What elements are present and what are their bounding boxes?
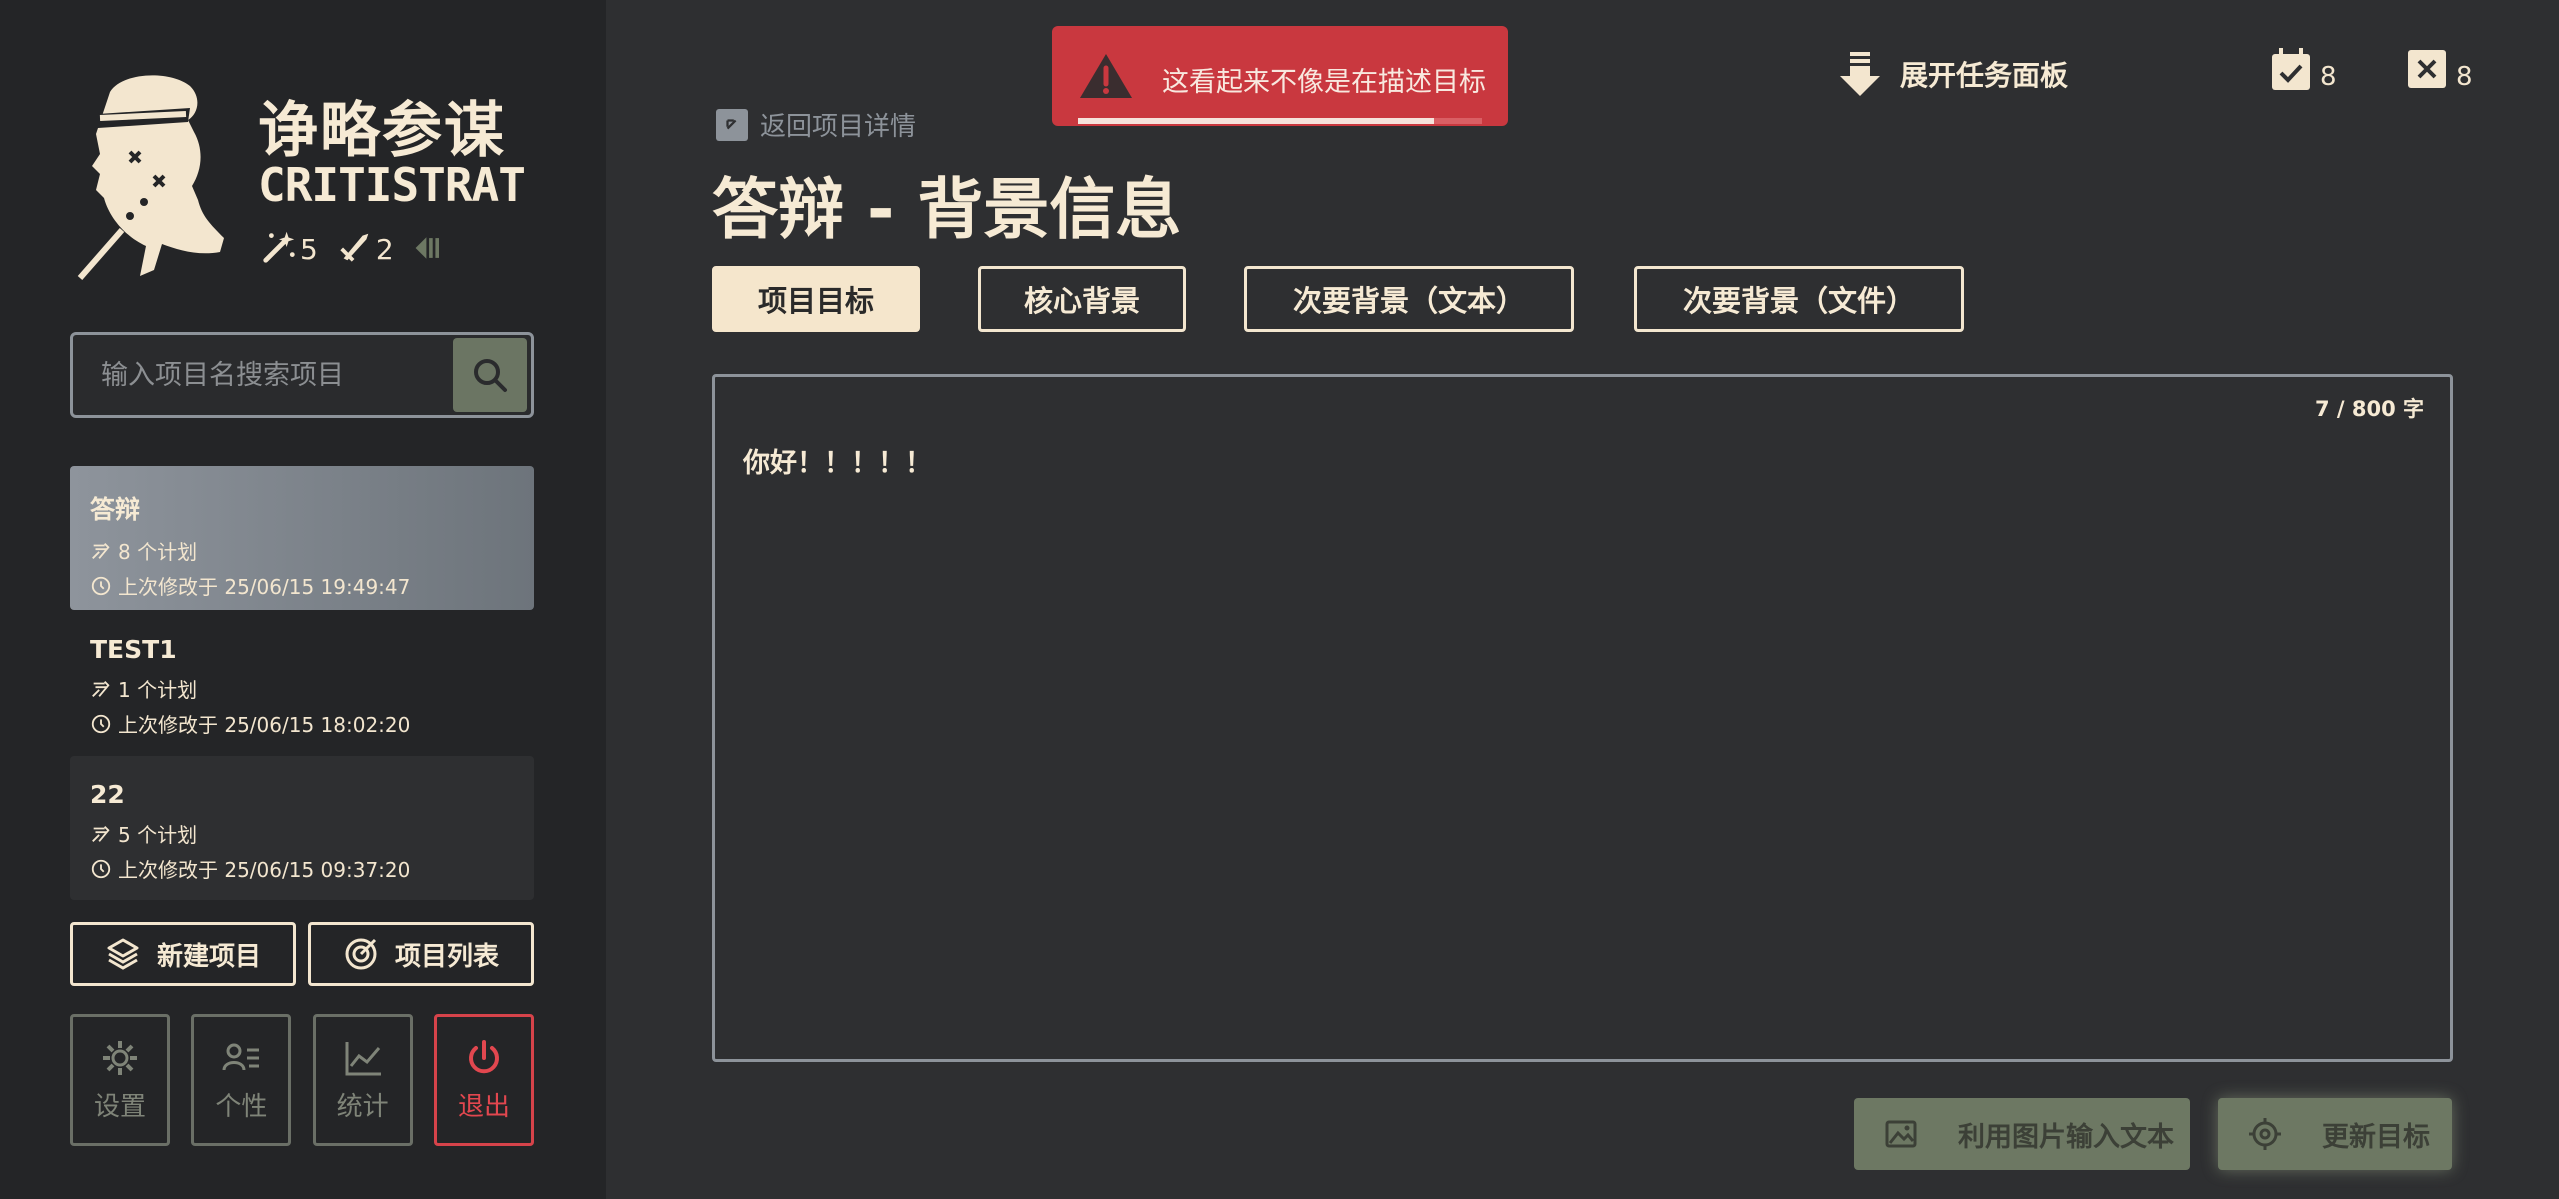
project-name: 22 [90, 780, 125, 809]
page-title: 答辩 - 背景信息 [712, 171, 1182, 248]
project-item[interactable]: 答辩 8 个计划 上次修改于 25/06/15 19:49:47 [70, 466, 534, 610]
tab-secondary-file[interactable]: 次要背景（文件） [1634, 266, 1964, 332]
editor-content[interactable]: 你好！！！！！ [743, 441, 932, 480]
toast-message: 这看起来不像是在描述目标 [1162, 67, 1486, 98]
failed-tasks-counter[interactable]: 8 [2404, 46, 2473, 92]
new-project-button[interactable]: 新建项目 [70, 922, 296, 986]
project-plans: 8 个计划 [90, 536, 514, 565]
tab-core-background[interactable]: 核心背景 [978, 266, 1186, 332]
settings-button[interactable]: 设置 [70, 1014, 170, 1146]
sidebar: 诤略参谋 CRITISTRAT 5 2 输入项目名搜索项目 答辩 8 个计划 上… [0, 0, 606, 1199]
image-icon [1885, 1120, 1917, 1148]
tab-secondary-text[interactable]: 次要背景（文本） [1244, 266, 1574, 332]
project-modified: 上次修改于 25/06/15 19:49:47 [90, 571, 514, 600]
sword-count: 2 [375, 233, 394, 266]
brand-name-en: CRITISTRAT [258, 158, 526, 212]
logo-warrior-icon [77, 75, 224, 280]
project-item[interactable]: TEST1 1 个计划 上次修改于 25/06/15 18:02:20 [70, 611, 534, 755]
project-item[interactable]: 22 5 个计划 上次修改于 25/06/15 09:37:20 [70, 756, 534, 900]
image-input-button[interactable]: 利用图片输入文本 [1854, 1098, 2190, 1170]
profile-icon [222, 1043, 260, 1070]
brand-stats: 5 2 [260, 228, 448, 266]
project-list-button[interactable]: 项目列表 [308, 922, 534, 986]
search-icon [474, 359, 507, 392]
project-plans: 1 个计划 [90, 674, 514, 703]
close-square-icon [2408, 50, 2446, 88]
plan-icon [92, 680, 110, 697]
power-icon [468, 1039, 499, 1073]
collapse-sidebar-icon[interactable] [412, 230, 448, 266]
arrow-down-icon [1840, 52, 1880, 96]
toast-progress [1078, 118, 1434, 124]
error-toast: 这看起来不像是在描述目标 [1052, 26, 1508, 126]
project-modified: 上次修改于 25/06/15 18:02:20 [90, 709, 514, 738]
crosshair-icon [2249, 1118, 2281, 1150]
back-to-project-link[interactable]: 返回项目详情 [716, 106, 916, 143]
target-icon [345, 938, 377, 970]
sidebar-tools: 设置 个性 统计 退出 [70, 1014, 534, 1146]
tab-project-goal[interactable]: 项目目标 [712, 266, 920, 332]
project-list: 答辩 8 个计划 上次修改于 25/06/15 19:49:47 TEST1 1… [70, 466, 534, 901]
project-modified: 上次修改于 25/06/15 09:37:20 [90, 854, 514, 883]
calendar-check-icon [2272, 48, 2310, 90]
magic-stat: 5 [260, 228, 318, 266]
gear-icon [103, 1040, 137, 1075]
expand-task-panel-button[interactable]: 展开任务面板 [1836, 50, 2068, 98]
plan-icon [92, 825, 110, 842]
sword-icon [340, 233, 369, 262]
magic-wand-icon [263, 231, 295, 263]
warning-icon [1080, 54, 1132, 98]
layers-icon [107, 938, 139, 970]
logout-button[interactable]: 退出 [433, 1014, 534, 1146]
sword-stat: 2 [336, 228, 394, 266]
completed-tasks-counter[interactable]: 8 [2268, 46, 2337, 92]
back-arrow-icon [716, 108, 748, 141]
plan-icon [92, 542, 110, 559]
search-button[interactable] [453, 338, 527, 412]
background-tabs: 项目目标 核心背景 次要背景（文本） 次要背景（文件） [712, 266, 1964, 332]
update-goal-button[interactable]: 更新目标 [2218, 1098, 2452, 1170]
chart-icon [345, 1041, 381, 1075]
project-plans: 5 个计划 [90, 819, 514, 848]
magic-count: 5 [300, 233, 318, 266]
project-name: TEST1 [90, 635, 177, 664]
project-name: 答辩 [90, 495, 141, 524]
stats-button[interactable]: 统计 [312, 1014, 413, 1146]
clock-icon [91, 576, 111, 595]
brand-name-cn: 诤略参谋 [258, 96, 506, 166]
project-actions: 新建项目 项目列表 [70, 922, 534, 986]
project-search [70, 332, 534, 418]
clock-icon [91, 859, 111, 878]
goal-text-editor[interactable]: 7 / 800 字 你好！！！！！ [712, 374, 2453, 1062]
search-input[interactable] [73, 335, 453, 415]
char-count: 7 / 800 字 [2314, 397, 2424, 421]
personal-button[interactable]: 个性 [191, 1014, 292, 1146]
clock-icon [91, 714, 111, 733]
